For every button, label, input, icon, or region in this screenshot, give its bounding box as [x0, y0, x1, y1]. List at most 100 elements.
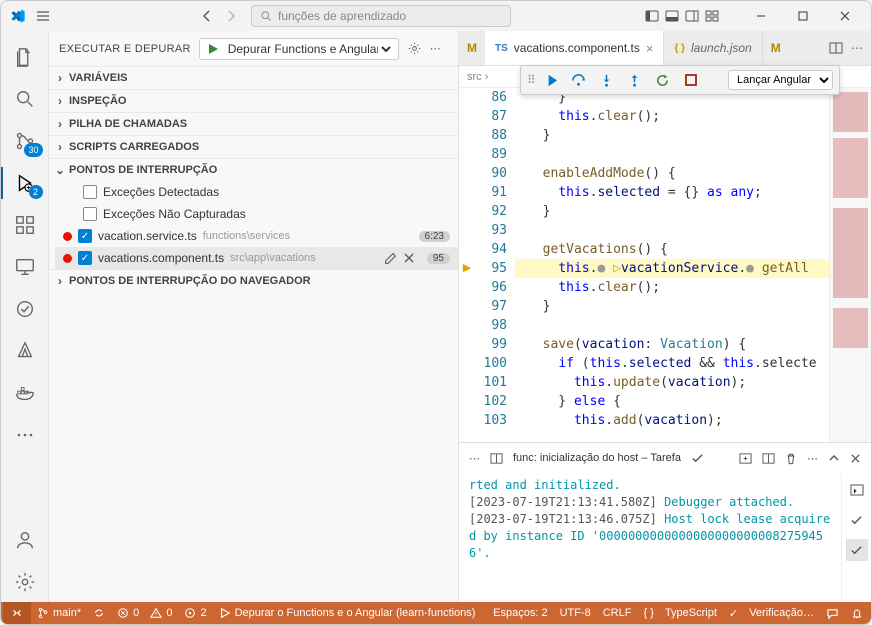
section-variables[interactable]: ›VARIÁVEIS — [49, 67, 458, 89]
back-icon[interactable] — [199, 8, 215, 24]
breakpoint-row[interactable]: ✓ vacations.component.ts src\app\vacatio… — [55, 247, 458, 269]
code-editor[interactable]: } this.clear(); } enableAddMode() { this… — [515, 88, 829, 442]
command-center[interactable]: funções de aprendizado — [251, 5, 511, 27]
checkbox-checked[interactable]: ✓ — [78, 251, 92, 265]
search-icon[interactable] — [1, 79, 49, 119]
encoding-status[interactable]: UTF-8 — [554, 602, 597, 624]
remote-indicator[interactable] — [3, 602, 31, 624]
explorer-icon[interactable] — [1, 37, 49, 77]
extensions-icon[interactable] — [1, 205, 49, 245]
testing-icon[interactable] — [1, 289, 49, 329]
drag-handle-icon[interactable]: ⠿ — [527, 73, 534, 87]
sync-status[interactable] — [87, 602, 111, 624]
terminal-side-check-active[interactable] — [846, 539, 868, 561]
tab-active[interactable]: TS vacations.component.ts × — [485, 31, 664, 65]
debug-badge: 2 — [29, 185, 43, 199]
scm-badge: 30 — [24, 143, 42, 157]
more-actions-icon[interactable]: ⋯ — [430, 42, 441, 55]
debug-config-selector[interactable]: Depurar Functions e Angular — [199, 38, 399, 60]
chevron-right-icon: › — [53, 274, 67, 288]
chevron-right-icon: › — [53, 140, 67, 154]
typescript-icon: TS — [495, 43, 508, 54]
terminal-side-check[interactable] — [846, 509, 868, 531]
layout-customize-icon[interactable] — [705, 9, 719, 23]
debug-config-dropdown[interactable]: Depurar Functions e Angular — [224, 41, 394, 57]
eslint-status[interactable]: ✓ Verificação… — [723, 602, 820, 624]
minimize-button[interactable] — [743, 4, 779, 28]
step-into-icon[interactable] — [596, 69, 618, 91]
notifications-icon[interactable] — [845, 602, 869, 624]
remote-explorer-icon[interactable] — [1, 247, 49, 287]
terminal-layout-icon[interactable] — [490, 452, 503, 465]
forward-icon[interactable] — [223, 8, 239, 24]
problems-status[interactable]: 0 0 — [111, 602, 178, 624]
account-icon[interactable] — [1, 520, 49, 560]
more-tab-actions-icon[interactable]: ⋯ — [851, 41, 863, 55]
section-loaded-scripts[interactable]: ›SCRIPTS CARREGADOS — [49, 136, 458, 158]
restart-icon[interactable] — [652, 69, 674, 91]
debug-target-status[interactable]: Depurar o Functions e o Angular (learn-f… — [213, 602, 482, 624]
section-watch[interactable]: ›INSPEÇÃO — [49, 90, 458, 112]
edit-icon[interactable] — [384, 252, 397, 265]
split-editor-icon[interactable] — [829, 41, 843, 55]
section-breakpoints[interactable]: ⌄PONTOS DE INTERRUPÇÃO — [49, 159, 458, 181]
section-browser-breakpoints[interactable]: ›PONTOS DE INTERRUPÇÃO DO NAVEGADOR — [49, 270, 458, 292]
more-icon[interactable]: ⋯ — [469, 452, 480, 465]
tab-overflow-right[interactable]: M — [763, 31, 789, 65]
checkbox[interactable] — [83, 185, 97, 199]
ports-status[interactable]: 2 — [178, 602, 212, 624]
eol-status[interactable]: CRLF — [597, 602, 638, 624]
remove-icon[interactable] — [403, 252, 415, 265]
layout-sidebar-left-icon[interactable] — [645, 9, 659, 23]
azure-icon[interactable] — [1, 331, 49, 371]
indentation-status[interactable]: Espaços: 2 — [487, 602, 553, 624]
maximize-panel-icon[interactable] — [828, 452, 840, 464]
terminal-tabs-side — [841, 473, 871, 602]
step-over-icon[interactable] — [568, 69, 590, 91]
search-text: funções de aprendizado — [278, 9, 406, 23]
language-status[interactable]: { } TypeScript — [637, 602, 722, 624]
run-debug-icon[interactable]: 2 — [1, 163, 49, 203]
section-callstack[interactable]: ›PILHA DE CHAMADAS — [49, 113, 458, 135]
nav-history — [199, 8, 239, 24]
continue-icon[interactable] — [540, 69, 562, 91]
debug-launch-select[interactable]: Lançar Angular — [728, 70, 833, 90]
settings-gear-icon[interactable] — [1, 562, 49, 602]
tab-overflow-left[interactable]: M — [459, 31, 485, 65]
start-debug-icon[interactable] — [206, 42, 220, 56]
breakpoint-gutter[interactable]: ▶ — [459, 88, 475, 442]
docker-icon[interactable] — [1, 373, 49, 413]
git-branch[interactable]: main* — [31, 602, 87, 624]
source-control-icon[interactable]: 30 — [1, 121, 49, 161]
layout-sidebar-right-icon[interactable] — [685, 9, 699, 23]
tab-inactive[interactable]: { } launch.json — [664, 31, 762, 65]
maximize-button[interactable] — [785, 4, 821, 28]
close-tab-icon[interactable]: × — [646, 41, 654, 56]
step-out-icon[interactable] — [624, 69, 646, 91]
builtin-breakpoint-uncaught[interactable]: Exceções Não Capturadas — [55, 203, 458, 225]
check-icon[interactable] — [691, 452, 704, 465]
stop-icon[interactable] — [680, 69, 702, 91]
feedback-icon[interactable] — [820, 602, 845, 624]
close-button[interactable] — [827, 4, 863, 28]
more-icon[interactable] — [1, 415, 49, 455]
more-terminal-icon[interactable]: ⋯ — [807, 452, 818, 465]
chevron-down-icon: ⌄ — [53, 163, 67, 177]
breakpoint-dot-icon — [63, 254, 72, 263]
builtin-breakpoint-caught[interactable]: Exceções Detectadas — [55, 181, 458, 203]
terminal-output[interactable]: rted and initialized.[2023-07-19T21:13:4… — [459, 473, 841, 602]
new-terminal-icon[interactable] — [739, 452, 752, 465]
checkbox[interactable] — [83, 207, 97, 221]
minimap[interactable] — [829, 88, 871, 442]
terminal-side-item[interactable] — [846, 479, 868, 501]
checkbox-checked[interactable]: ✓ — [78, 229, 92, 243]
split-terminal-icon[interactable] — [762, 452, 775, 465]
kill-terminal-icon[interactable] — [785, 452, 797, 465]
layout-panel-icon[interactable] — [665, 9, 679, 23]
hamburger-menu-icon[interactable] — [35, 8, 51, 24]
gear-icon[interactable] — [407, 41, 422, 56]
breakpoint-row[interactable]: ✓ vacation.service.ts functions\services… — [55, 225, 458, 247]
close-panel-icon[interactable] — [850, 453, 861, 464]
debug-toolbar[interactable]: ⠿ Lançar Angular — [520, 65, 840, 95]
terminal-title[interactable]: func: inicialização do host – Tarefa — [513, 452, 681, 464]
